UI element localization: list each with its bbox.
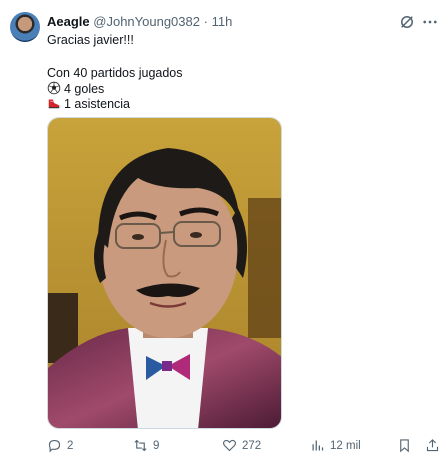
tweet-time[interactable]: 11h — [212, 14, 233, 29]
bookmark-button[interactable] — [397, 438, 417, 453]
assists-text: 1 asistencia — [64, 97, 131, 111]
tweet-header: Aeagle @JohnYoung0382 · 11h — [47, 14, 232, 29]
goals-text: 4 goles — [64, 82, 105, 96]
more-options-icon[interactable] — [421, 13, 439, 31]
repost-icon — [134, 439, 147, 452]
tweet-text-goals-line: 4 goles — [47, 81, 104, 96]
soccer-ball-icon — [47, 81, 61, 95]
separator-dot: · — [203, 14, 208, 29]
grok-icon[interactable] — [398, 13, 416, 31]
reply-count: 2 — [67, 439, 74, 452]
views-count: 12 mil — [330, 439, 361, 452]
repost-count: 9 — [153, 439, 160, 452]
tweet-text-assists-line: 1 asistencia — [47, 96, 130, 111]
views-chart-icon — [312, 440, 324, 451]
meme-photo — [48, 118, 281, 428]
user-handle[interactable]: @JohnYoung0382 — [93, 14, 200, 29]
views-button[interactable]: 12 mil — [310, 438, 361, 453]
tweet-text-matches: Con 40 partidos jugados — [47, 66, 183, 80]
share-icon — [426, 439, 439, 452]
like-count: 272 — [242, 439, 262, 452]
reply-icon — [48, 439, 61, 453]
like-button[interactable]: 272 — [222, 438, 261, 453]
reply-button[interactable]: 2 — [47, 438, 73, 453]
tweet-actions: 2 9 272 12 mil — [0, 432, 447, 460]
repost-button[interactable]: 9 — [133, 438, 159, 453]
display-name[interactable]: Aeagle — [47, 14, 90, 29]
share-button[interactable] — [425, 438, 445, 453]
tweet-text-greeting: Gracias javier!!! — [47, 33, 134, 47]
tweet-media-image[interactable] — [47, 117, 282, 429]
bookmark-icon — [400, 439, 409, 453]
tweet-card[interactable]: Aeagle @JohnYoung0382 · 11h Gracias javi… — [0, 0, 447, 463]
heart-icon — [223, 439, 236, 452]
avatar[interactable] — [10, 12, 40, 42]
soccer-boot-icon — [48, 99, 60, 109]
